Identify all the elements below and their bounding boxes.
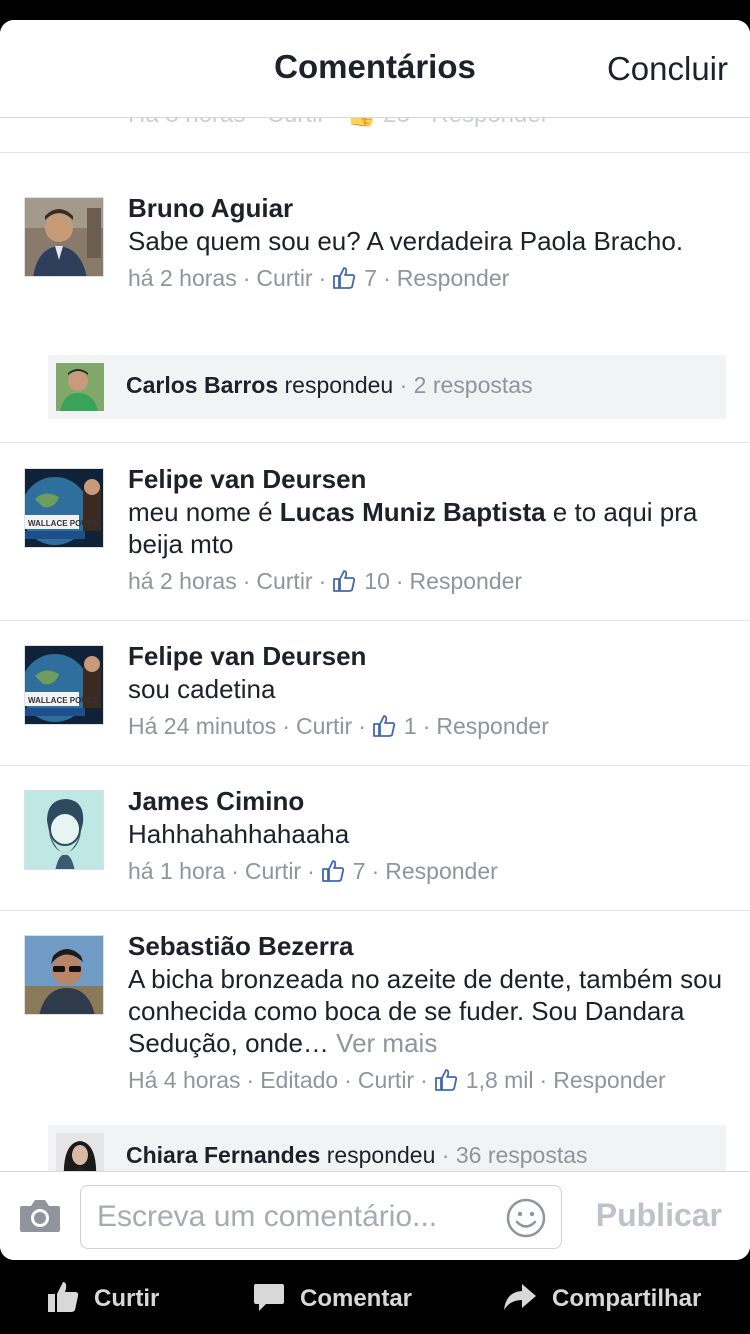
like-link[interactable]: Curtir xyxy=(256,568,312,594)
see-more-link[interactable]: Ver mais xyxy=(336,1028,437,1058)
divider xyxy=(0,910,750,911)
comment-author[interactable]: Felipe van Deursen xyxy=(128,462,728,496)
reply-link[interactable]: Responder xyxy=(410,568,523,594)
publish-button[interactable]: Publicar xyxy=(596,1197,722,1234)
comment-meta: há 2 horas · Curtir · 7 · Responder xyxy=(128,265,510,291)
comment-author[interactable]: Sebastião Bezerra xyxy=(128,929,728,963)
avatar xyxy=(56,1133,104,1171)
comment-meta: Há 24 minutos · Curtir · 1 · Responder xyxy=(128,713,549,739)
reply-verb: respondeu xyxy=(284,372,394,398)
comment-action-label: Comentar xyxy=(300,1285,413,1312)
share-action-label: Compartilhar xyxy=(552,1285,702,1312)
thumbs-up-icon xyxy=(333,570,356,592)
share-action-button[interactable]: Compartilhar xyxy=(502,1280,701,1314)
thumbs-up-icon xyxy=(434,1069,458,1091)
avatar-caption: WALLACE POUSA xyxy=(28,519,98,528)
reply-count: 2 respostas xyxy=(413,372,533,398)
like-link[interactable]: Curtir xyxy=(296,713,352,739)
reply-author: Carlos Barros xyxy=(126,372,279,398)
like-action-button[interactable]: Curtir xyxy=(46,1280,159,1314)
replies-summary[interactable]: Chiara Fernandes respondeu · 36 resposta… xyxy=(48,1125,726,1171)
comment-text: sou cadetina xyxy=(128,674,276,704)
like-link[interactable]: Curtir xyxy=(358,1067,414,1093)
mention-link[interactable]: Lucas Muniz Baptista xyxy=(280,497,546,527)
reply-link[interactable]: Responder xyxy=(436,713,549,739)
comment-meta: há 1 hora · Curtir · 7 · Responder xyxy=(128,858,498,884)
comment-author[interactable]: James Cimino xyxy=(128,784,728,818)
like-action-label: Curtir xyxy=(94,1285,160,1312)
comment-meta: há 2 horas · Curtir · 10 · Responder xyxy=(128,568,523,594)
thumbs-up-icon xyxy=(321,860,345,882)
emoji-icon[interactable] xyxy=(505,1197,547,1239)
replies-summary[interactable]: Carlos Barros respondeu · 2 respostas xyxy=(48,355,726,419)
header: Comentários Concluir xyxy=(0,20,750,118)
avatar-caption: WALLACE POUSA xyxy=(28,696,98,705)
avatar[interactable] xyxy=(24,790,104,870)
like-link[interactable]: Curtir xyxy=(256,265,312,291)
like-count[interactable]: 7 xyxy=(364,265,377,291)
avatar[interactable] xyxy=(24,197,104,277)
like-count[interactable]: 1 xyxy=(404,713,417,739)
comments-list[interactable]: Há 3 horas · Curtir · 👍 25 · Responder B… xyxy=(0,118,750,1171)
comment-composer: Escreva um comentário... Publicar xyxy=(0,1171,750,1260)
avatar[interactable]: WALLACE POUSA xyxy=(24,468,104,548)
divider xyxy=(0,442,750,443)
reply-verb: respondeu xyxy=(326,1142,436,1168)
comment-author[interactable]: Felipe van Deursen xyxy=(128,639,728,673)
divider xyxy=(0,620,750,621)
comment-meta: Há 4 horas · Editado · Curtir · 1,8 mil · Respon… xyxy=(128,1067,666,1093)
avatar[interactable] xyxy=(24,935,104,1015)
avatar xyxy=(56,363,104,411)
comment-text: Hahhahahhahaaha xyxy=(128,819,350,849)
scrolled-comment-meta: Há 3 horas · Curtir · 👍 25 · Responder xyxy=(128,118,549,129)
reply-link[interactable]: Responder xyxy=(397,265,510,291)
like-count[interactable]: 1,8 mil xyxy=(466,1067,534,1093)
comment-time[interactable]: Há 4 horas xyxy=(128,1067,241,1093)
thumbs-up-icon xyxy=(333,267,356,289)
comment-input[interactable]: Escreva um comentário... xyxy=(80,1185,562,1249)
thumbs-up-icon xyxy=(372,715,396,737)
share-arrow-icon xyxy=(504,1284,536,1310)
divider xyxy=(0,152,750,153)
reply-author: Chiara Fernandes xyxy=(126,1142,321,1168)
comment-input-placeholder: Escreva um comentário... xyxy=(97,1200,438,1233)
comments-sheet: Comentários Concluir Há 3 horas · Curtir… xyxy=(0,20,750,1260)
like-count[interactable]: 7 xyxy=(353,858,366,884)
comment-action-button[interactable]: Comentar xyxy=(252,1280,412,1314)
camera-icon[interactable] xyxy=(18,1196,62,1236)
thumbs-up-icon xyxy=(48,1282,79,1312)
comment-time[interactable]: há 1 hora xyxy=(128,858,225,884)
comment-time[interactable]: Há 24 minutos xyxy=(128,713,276,739)
avatar[interactable]: WALLACE POUSA xyxy=(24,645,104,725)
comment-author[interactable]: Bruno Aguiar xyxy=(128,191,728,225)
comment-time[interactable]: há 2 horas xyxy=(128,568,237,594)
reply-link[interactable]: Responder xyxy=(385,858,498,884)
like-count[interactable]: 10 xyxy=(364,568,390,594)
comment-bubble-icon xyxy=(254,1284,284,1311)
comment-text: A bicha bronzeada no azeite de dente, ta… xyxy=(128,964,723,1058)
reply-count: 36 respostas xyxy=(455,1142,588,1168)
reply-link[interactable]: Responder xyxy=(553,1067,666,1093)
like-link[interactable]: Curtir xyxy=(245,858,301,884)
done-button[interactable]: Concluir xyxy=(607,50,728,88)
comment-text: Sabe quem sou eu? A verdadeira Paola Bra… xyxy=(128,226,684,256)
divider xyxy=(0,765,750,766)
comment-time[interactable]: há 2 horas xyxy=(128,265,237,291)
action-bar: Curtir Comentar Compartilhar xyxy=(0,1260,750,1334)
comment-text: meu nome é Lucas Muniz Baptista e to aqu… xyxy=(128,497,698,559)
edited-label[interactable]: Editado xyxy=(260,1067,338,1093)
